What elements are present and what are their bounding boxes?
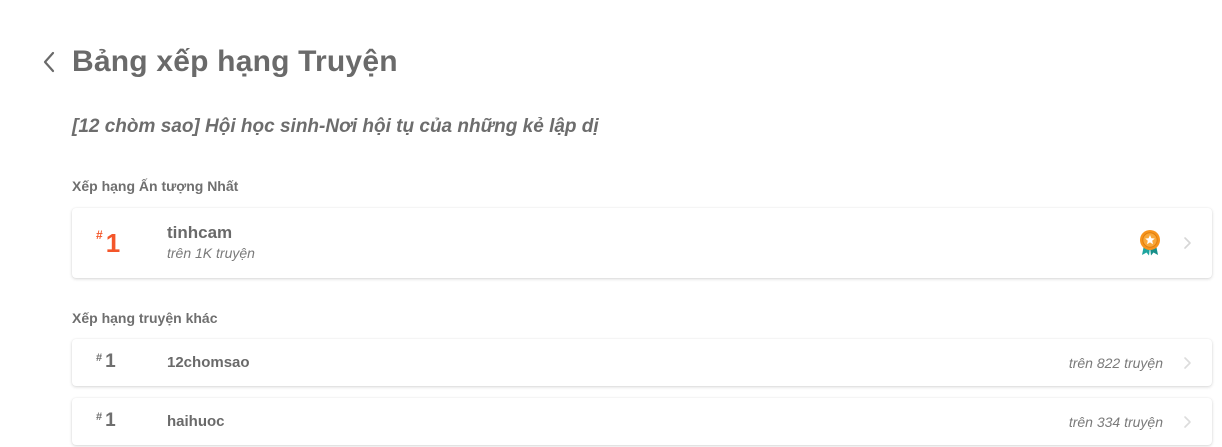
rank-number: # 1 [96, 352, 116, 371]
chevron-left-icon [43, 51, 55, 73]
chevron-right-icon [1184, 416, 1191, 428]
tag-name: tinhcam [167, 223, 233, 242]
chevron-right-icon [1184, 357, 1191, 369]
page-header: Bảng xếp hạng Truyện [38, 42, 398, 82]
top-ranking-label: Xếp hạng Ấn tượng Nhất [72, 178, 239, 194]
rank-value: 1 [105, 410, 116, 431]
rank-number: # 1 [96, 411, 116, 430]
top-ranking-card[interactable]: # 1 tinhcam trên 1K truyện [72, 208, 1212, 278]
tag-story-count: trên 1K truyện [167, 245, 255, 261]
ranking-row[interactable]: # 1 12chomsao trên 822 truyện [72, 339, 1212, 386]
page-title: Bảng xếp hạng Truyện [72, 45, 398, 78]
story-title: [12 chòm sao] Hội học sinh-Nơi hội tụ củ… [72, 116, 599, 137]
rank-value: 1 [105, 228, 121, 258]
tag-name: haihuoc [167, 413, 225, 430]
rank-value: 1 [105, 351, 116, 372]
rank-number: # 1 [96, 228, 121, 258]
ranking-row[interactable]: # 1 haihuoc trên 334 truyện [72, 398, 1212, 445]
medal-icon [1140, 230, 1160, 256]
back-button[interactable] [38, 42, 60, 82]
rank-hash: # [96, 352, 103, 364]
tag-story-count: trên 822 truyện [1068, 355, 1163, 371]
tag-name: 12chomsao [167, 354, 250, 371]
rank-hash: # [96, 228, 103, 242]
tag-story-count: trên 334 truyện [1068, 414, 1163, 430]
rank-hash: # [96, 411, 103, 423]
other-ranking-label: Xếp hạng truyện khác [72, 310, 218, 326]
chevron-right-icon [1184, 237, 1191, 249]
